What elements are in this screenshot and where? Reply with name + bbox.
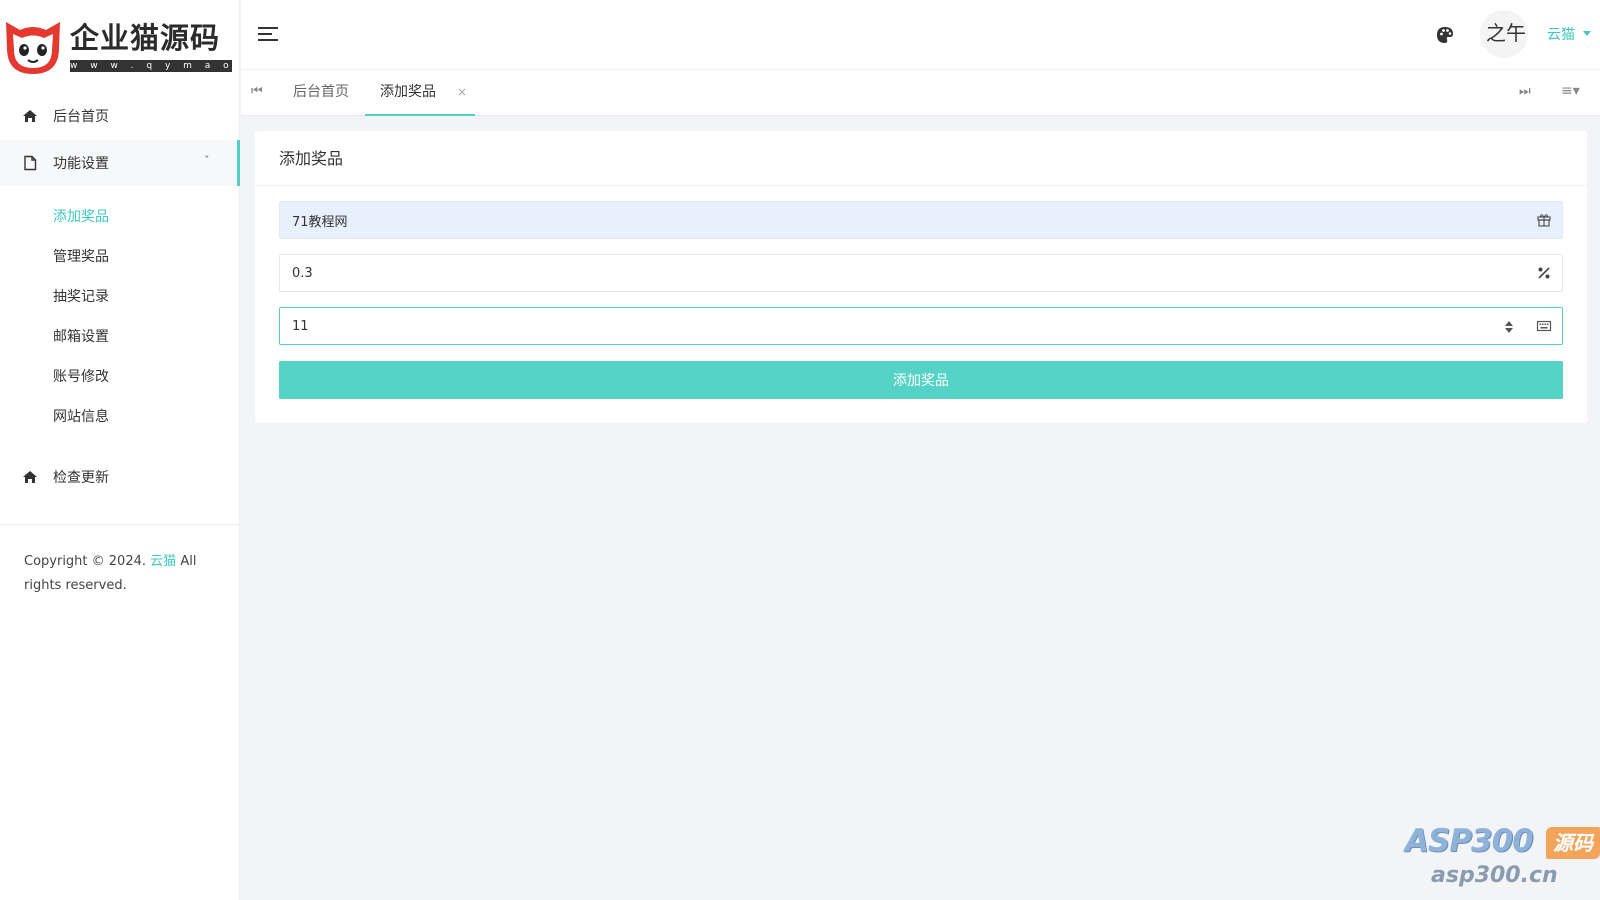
percent-icon <box>1538 267 1550 279</box>
watermark-logo: ASP300 源码 asp300.cn <box>1405 823 1600 900</box>
gift-icon <box>1537 214 1551 227</box>
home-icon <box>23 110 37 122</box>
sidebar-item-label: 功能设置 <box>53 156 109 172</box>
sidebar-item-settings[interactable]: 功能设置 ˇ <box>0 140 240 186</box>
sidebar-subitem-email-settings[interactable]: 邮箱设置 <box>53 326 109 346</box>
card-divider <box>255 185 1587 186</box>
sidebar-subitem-account[interactable]: 账号修改 <box>53 366 109 386</box>
brand-name: 企业猫源码 <box>70 21 221 55</box>
avatar-image: 之午 <box>1486 21 1526 45</box>
home-icon <box>23 471 37 483</box>
quantity-input[interactable] <box>280 308 1562 344</box>
sidebar-subitem-lottery-records[interactable]: 抽奖记录 <box>53 286 109 306</box>
prize-name-input[interactable] <box>280 202 1562 238</box>
cat-logo-icon <box>6 22 60 74</box>
sidebar-subitem-manage-prizes[interactable]: 管理奖品 <box>53 246 109 266</box>
watermark-badge: 源码 <box>1546 827 1600 859</box>
top-header: 之午 云猫 <box>241 0 1600 69</box>
caret-down-icon[interactable] <box>1583 31 1591 36</box>
sidebar-item-check-update[interactable]: 检查更新 <box>0 454 240 500</box>
copyright-prefix: Copyright © 2024. <box>24 554 147 569</box>
tab-next-icon[interactable]: ⏭ <box>1519 84 1531 99</box>
copyright: Copyright © 2024. 云猫 All rights reserved… <box>24 550 199 598</box>
close-icon[interactable]: × <box>457 70 467 114</box>
file-icon <box>24 155 37 171</box>
form-card: 添加奖品 添加奖品 <box>255 131 1587 423</box>
keyboard-icon <box>1536 320 1552 332</box>
tab-label: 后台首页 <box>293 84 349 100</box>
watermark-main: ASP300 <box>1405 823 1534 859</box>
user-menu[interactable]: 云猫 <box>1547 24 1575 44</box>
sidebar: 企业猫源码 w w w . q y m a o . c n 后台首页 功能设置 … <box>0 0 240 900</box>
probability-field <box>279 254 1563 292</box>
watermark-sub: asp300.cn <box>1431 863 1558 888</box>
tab-add-prize[interactable]: 添加奖品 × <box>365 70 475 116</box>
avatar-text: 之午 <box>1486 21 1526 45</box>
copyright-link[interactable]: 云猫 <box>150 554 176 569</box>
tab-home[interactable]: 后台首页 <box>293 70 353 116</box>
quantity-field <box>279 307 1563 345</box>
tab-bar: ⏮ 后台首页 添加奖品 × ⏭ ≡▾ <box>241 69 1600 116</box>
sidebar-subitem-site-info[interactable]: 网站信息 <box>53 406 109 426</box>
card-title: 添加奖品 <box>279 149 344 168</box>
probability-input[interactable] <box>280 255 1562 291</box>
sidebar-item-home[interactable]: 后台首页 <box>0 93 240 139</box>
prize-name-field <box>279 201 1563 239</box>
tab-prev-icon[interactable]: ⏮ <box>251 84 263 99</box>
add-prize-button[interactable]: 添加奖品 <box>279 361 1563 399</box>
sidebar-subitem-add-prize[interactable]: 添加奖品 <box>53 206 109 226</box>
tab-label: 添加奖品 <box>380 84 436 100</box>
number-stepper-icon[interactable] <box>1504 318 1514 336</box>
logo[interactable]: 企业猫源码 w w w . q y m a o . c n <box>2 16 236 78</box>
sidebar-item-label: 后台首页 <box>53 109 109 125</box>
active-indicator <box>237 140 240 186</box>
sidebar-item-label: 检查更新 <box>53 470 109 486</box>
brand-url: w w w . q y m a o . c n <box>70 60 232 72</box>
chevron-down-icon: ˇ <box>204 154 210 167</box>
menu-toggle-icon[interactable] <box>258 26 278 42</box>
sidebar-divider <box>0 524 240 525</box>
palette-icon[interactable] <box>1435 25 1455 45</box>
avatar[interactable]: 之午 <box>1480 10 1528 58</box>
tab-menu-icon[interactable]: ≡▾ <box>1561 83 1580 99</box>
